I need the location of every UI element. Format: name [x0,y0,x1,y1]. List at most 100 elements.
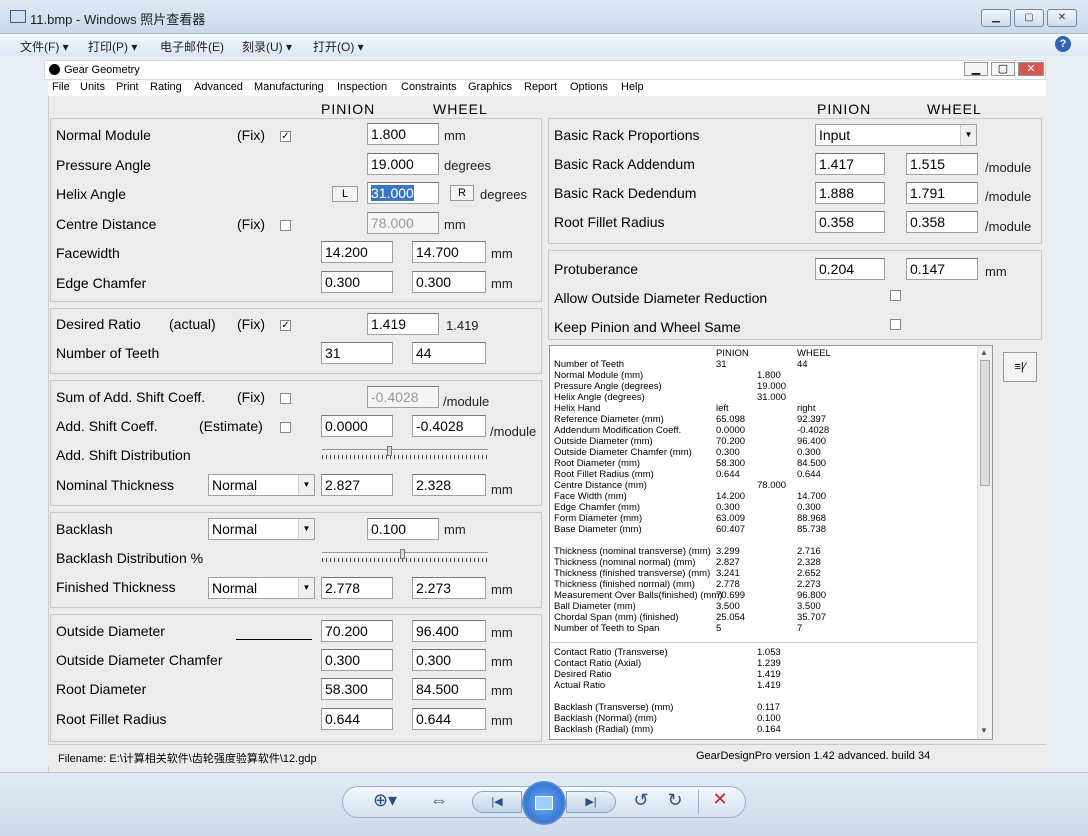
backlash-input[interactable]: 0.100 [367,518,439,540]
minimize-button[interactable]: ▁ [981,9,1011,27]
scroll-thumb[interactable] [980,360,990,486]
app-menu-advanced[interactable]: Advanced [194,81,243,93]
app-maximize-button[interactable]: ▢ [991,62,1015,76]
teeth-wheel-input[interactable]: 44 [412,342,486,364]
root-fillet-wheel-input[interactable]: 0.644 [412,708,486,730]
delete-icon[interactable]: ✕ [708,789,732,810]
app-menu-graphics[interactable]: Graphics [468,81,512,93]
rotate-clockwise-icon[interactable]: ↻ [664,790,686,811]
app-menu-report[interactable]: Report [524,81,557,93]
scroll-up-arrow[interactable]: ▲ [980,348,988,357]
edge-chamfer-wheel-input[interactable]: 0.300 [412,271,486,293]
nominal-thickness-wheel-input[interactable]: 2.328 [412,474,486,496]
helix-angle-input[interactable]: 31.000 [367,182,439,204]
root-diameter-wheel-input[interactable]: 84.500 [412,678,486,700]
add-shift-estimate-checkbox[interactable] [280,422,291,433]
finished-thickness-select[interactable]: Normal ▼ [208,577,315,599]
app-menu-options[interactable]: Options [570,81,608,93]
backlash-distribution-slider[interactable] [322,549,488,563]
centre-distance-input[interactable]: 78.000 [367,212,439,234]
rotate-counterclockwise-icon[interactable]: ↺ [630,790,652,811]
shift-distribution-slider[interactable] [322,446,488,460]
outside-diameter-pinion-input[interactable]: 70.200 [321,620,393,642]
backlash-label: Backlash [56,521,113,537]
desired-ratio-fix-checkbox[interactable]: ✓ [280,320,291,331]
app-menu-units[interactable]: Units [80,81,105,93]
rack-dedendum-wheel-input[interactable]: 1.791 [906,182,978,204]
app-menu-file[interactable]: File [52,81,70,93]
report-row-label: Helix Hand [554,403,601,414]
sum-shift-input[interactable]: -0.4028 [367,386,439,408]
app-menu-help[interactable]: Help [621,81,644,93]
menu-email[interactable]: 电子邮件(E) [160,38,224,55]
add-shift-wheel-input[interactable]: -0.4028 [412,415,486,437]
add-shift-estimate-label: (Estimate) [199,418,263,434]
backlash-distribution-thumb[interactable] [400,549,405,559]
facewidth-wheel-input[interactable]: 14.700 [412,241,486,263]
app-menu-print[interactable]: Print [116,81,139,93]
scroll-down-arrow[interactable]: ▼ [980,726,988,735]
rack-root-fillet-unit: /module [985,219,1032,234]
next-button[interactable]: ▶| [566,791,616,813]
menu-file[interactable]: 文件(F) ▾ [20,38,69,55]
rack-root-fillet-wheel-input[interactable]: 0.358 [906,211,978,233]
helix-left-button[interactable]: L [332,186,358,202]
pressure-angle-input[interactable]: 19.000 [367,153,439,175]
report-row-value: 0.300 [797,447,821,458]
finished-thickness-wheel-input[interactable]: 2.273 [412,577,486,599]
root-fillet-pinion-input[interactable]: 0.644 [321,708,393,730]
od-chamfer-pinion-input[interactable]: 0.300 [321,649,393,671]
root-diameter-pinion-input[interactable]: 58.300 [321,678,393,700]
rack-root-fillet-pinion-input[interactable]: 0.358 [815,211,885,233]
report-scrollbar[interactable]: ▲ ▼ [977,346,992,739]
app-menu-constraints[interactable]: Constraints [401,81,457,93]
rack-proportions-select[interactable]: Input ▼ [815,124,977,146]
od-chamfer-wheel-input[interactable]: 0.300 [412,649,486,671]
app-minimize-button[interactable]: ▁ [964,62,988,76]
sum-shift-fix-checkbox[interactable] [280,393,291,404]
outside-diameter-wheel-input[interactable]: 96.400 [412,620,486,642]
add-shift-pinion-input[interactable]: 0.0000 [321,415,393,437]
close-button[interactable]: ✕ [1047,9,1077,27]
allow-od-reduction-checkbox[interactable] [890,290,901,301]
protuberance-pinion-input[interactable]: 0.204 [815,258,885,280]
chevron-down-icon: ▼ [298,475,314,495]
app-close-button[interactable]: ✕ [1018,62,1044,76]
teeth-pinion-input[interactable]: 31 [321,342,393,364]
menu-burn[interactable]: 刻录(U) ▾ [242,38,292,55]
desired-ratio-input[interactable]: 1.419 [367,313,439,335]
nominal-thickness-label: Nominal Thickness [56,477,175,493]
report-export-button[interactable]: ≡|⁄ [1003,352,1037,382]
status-bar: Filename: E:\计算相关软件\齿轮强度验算软件\12.gdp Gear… [48,744,1046,766]
help-icon[interactable]: ? [1055,36,1071,52]
nominal-thickness-pinion-input[interactable]: 2.827 [321,474,393,496]
zoom-icon[interactable]: ⊕▾ [370,790,400,811]
report-row-value: 1.800 [757,370,781,381]
report-pane[interactable]: PINION WHEEL Number of Teeth 31 44 Normal M… [549,345,993,740]
rack-dedendum-pinion-input[interactable]: 1.888 [815,182,885,204]
backlash-select[interactable]: Normal ▼ [208,518,315,540]
nominal-thickness-select[interactable]: Normal ▼ [208,474,315,496]
app-menu-manufacturing[interactable]: Manufacturing [254,81,324,93]
finished-thickness-pinion-input[interactable]: 2.778 [321,577,393,599]
shift-distribution-thumb[interactable] [387,446,392,456]
rack-addendum-pinion-input[interactable]: 1.417 [815,153,885,175]
prev-button[interactable]: |◀ [472,791,522,813]
facewidth-pinion-input[interactable]: 14.200 [321,241,393,263]
edge-chamfer-pinion-input[interactable]: 0.300 [321,271,393,293]
keep-same-checkbox[interactable] [890,319,901,330]
actual-size-icon[interactable]: ⇔ [426,790,452,811]
normal-module-input[interactable]: 1.800 [367,123,439,145]
normal-module-fix-checkbox[interactable]: ✓ [280,131,291,142]
normal-module-fix-label: (Fix) [237,127,265,143]
menu-open[interactable]: 打开(O) ▾ [313,38,364,55]
app-menu-rating[interactable]: Rating [150,81,182,93]
report-row-label: Contact Ratio (Transverse) [554,647,668,658]
app-menu-inspection[interactable]: Inspection [337,81,387,93]
maximize-button[interactable]: ▢ [1014,9,1044,27]
menu-print[interactable]: 打印(P) ▾ [88,38,137,55]
centre-distance-fix-checkbox[interactable] [280,220,291,231]
rack-addendum-wheel-input[interactable]: 1.515 [906,153,978,175]
helix-right-button[interactable]: R [450,185,474,201]
protuberance-wheel-input[interactable]: 0.147 [906,258,978,280]
